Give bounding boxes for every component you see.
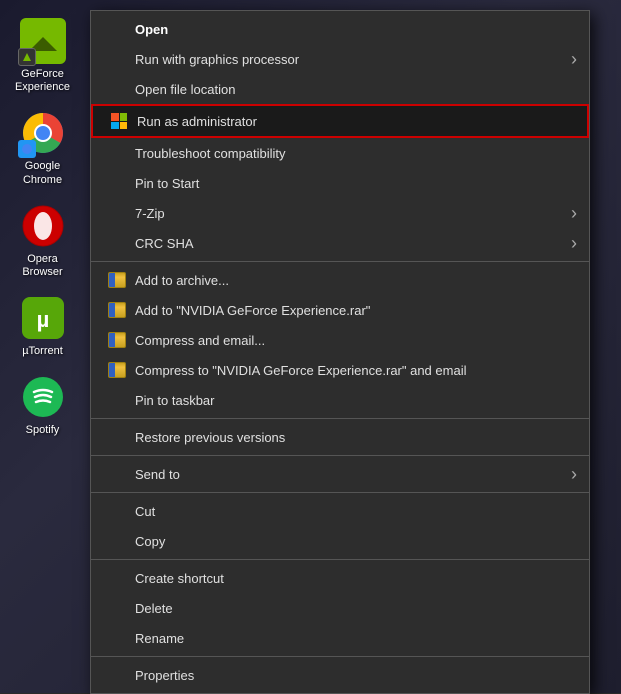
add-to-rar-icon — [107, 300, 127, 320]
utorrent-icon-label: µTorrent — [22, 345, 63, 358]
menu-item-run-gpu[interactable]: Run with graphics processor — [91, 44, 589, 74]
add-archive-icon — [107, 270, 127, 290]
compress-email-icon — [107, 330, 127, 350]
menu-item-restore-versions[interactable]: Restore previous versions — [91, 422, 589, 452]
menu-item-compress-rar-email[interactable]: Compress to "NVIDIA GeForce Experience.r… — [91, 355, 589, 385]
menu-item-copy[interactable]: Copy — [91, 526, 589, 556]
desktop-icon-chrome[interactable]: GoogleChrome — [3, 102, 83, 194]
crc-sha-arrow — [571, 233, 577, 254]
menu-item-troubleshoot[interactable]: Troubleshoot compatibility — [91, 138, 589, 168]
run-admin-icon — [109, 111, 129, 131]
restore-icon — [107, 427, 127, 447]
copy-icon — [107, 531, 127, 551]
send-to-arrow — [571, 464, 577, 485]
run-gpu-arrow — [571, 49, 577, 70]
send-to-icon — [107, 464, 127, 484]
nvidia-icon-label: GeForceExperience — [15, 68, 70, 94]
winrar-icon-2 — [108, 302, 126, 318]
pin-start-icon — [107, 173, 127, 193]
menu-item-open[interactable]: Open — [91, 14, 589, 44]
create-shortcut-icon — [107, 568, 127, 588]
divider-2 — [91, 418, 589, 419]
menu-item-add-to-rar[interactable]: Add to "NVIDIA GeForce Experience.rar" — [91, 295, 589, 325]
desktop-icon-utorrent[interactable]: µ µTorrent — [3, 287, 83, 366]
desktop-icon-nvidia[interactable]: GeForceExperience — [3, 10, 83, 102]
divider-6 — [91, 656, 589, 657]
menu-item-compress-email[interactable]: Compress and email... — [91, 325, 589, 355]
utorrent-icon-img: µ — [20, 295, 66, 341]
winrar-icon-1 — [108, 272, 126, 288]
menu-item-properties[interactable]: Properties — [91, 660, 589, 690]
menu-item-pin-taskbar[interactable]: Pin to taskbar — [91, 385, 589, 415]
spotify-icon-img — [20, 374, 66, 420]
divider-4 — [91, 492, 589, 493]
windows-flag-icon — [111, 113, 127, 129]
menu-item-add-archive[interactable]: Add to archive... — [91, 265, 589, 295]
pin-taskbar-icon — [107, 390, 127, 410]
open-icon — [107, 19, 127, 39]
nvidia-icon-img — [20, 18, 66, 64]
opera-icon-img — [20, 203, 66, 249]
menu-item-run-admin[interactable]: Run as administrator — [91, 104, 589, 138]
menu-item-crc-sha[interactable]: CRC SHA — [91, 228, 589, 258]
menu-item-rename[interactable]: Rename — [91, 623, 589, 653]
menu-item-cut[interactable]: Cut — [91, 496, 589, 526]
desktop-icon-list: GeForceExperience — [0, 0, 85, 693]
menu-item-send-to[interactable]: Send to — [91, 459, 589, 489]
7zip-icon — [107, 203, 127, 223]
desktop: GeForceExperience — [0, 0, 621, 693]
desktop-icon-spotify[interactable]: Spotify — [3, 366, 83, 445]
divider-5 — [91, 559, 589, 560]
chrome-icon-img — [20, 110, 66, 156]
chrome-overlay-icon — [18, 140, 36, 158]
desktop-icon-opera[interactable]: OperaBrowser — [3, 195, 83, 287]
crc-sha-icon — [107, 233, 127, 253]
run-gpu-icon — [107, 49, 127, 69]
opera-icon-label: OperaBrowser — [22, 253, 62, 279]
menu-item-open-location[interactable]: Open file location — [91, 74, 589, 104]
spotify-icon-label: Spotify — [26, 424, 60, 437]
chrome-icon-label: GoogleChrome — [23, 160, 62, 186]
troubleshoot-icon — [107, 143, 127, 163]
open-location-icon — [107, 79, 127, 99]
svg-text:µ: µ — [36, 307, 49, 332]
7zip-arrow — [571, 203, 577, 224]
menu-item-7zip[interactable]: 7-Zip — [91, 198, 589, 228]
winrar-icon-4 — [108, 362, 126, 378]
menu-item-pin-start[interactable]: Pin to Start — [91, 168, 589, 198]
nvidia-overlay-icon — [18, 48, 36, 66]
menu-item-create-shortcut[interactable]: Create shortcut — [91, 563, 589, 593]
winrar-icon-3 — [108, 332, 126, 348]
rename-icon — [107, 628, 127, 648]
menu-item-delete[interactable]: Delete — [91, 593, 589, 623]
context-menu: Open Run with graphics processor Open fi… — [90, 10, 590, 694]
compress-rar-email-icon — [107, 360, 127, 380]
delete-icon — [107, 598, 127, 618]
divider-3 — [91, 455, 589, 456]
cut-icon — [107, 501, 127, 521]
properties-icon — [107, 665, 127, 685]
divider-1 — [91, 261, 589, 262]
